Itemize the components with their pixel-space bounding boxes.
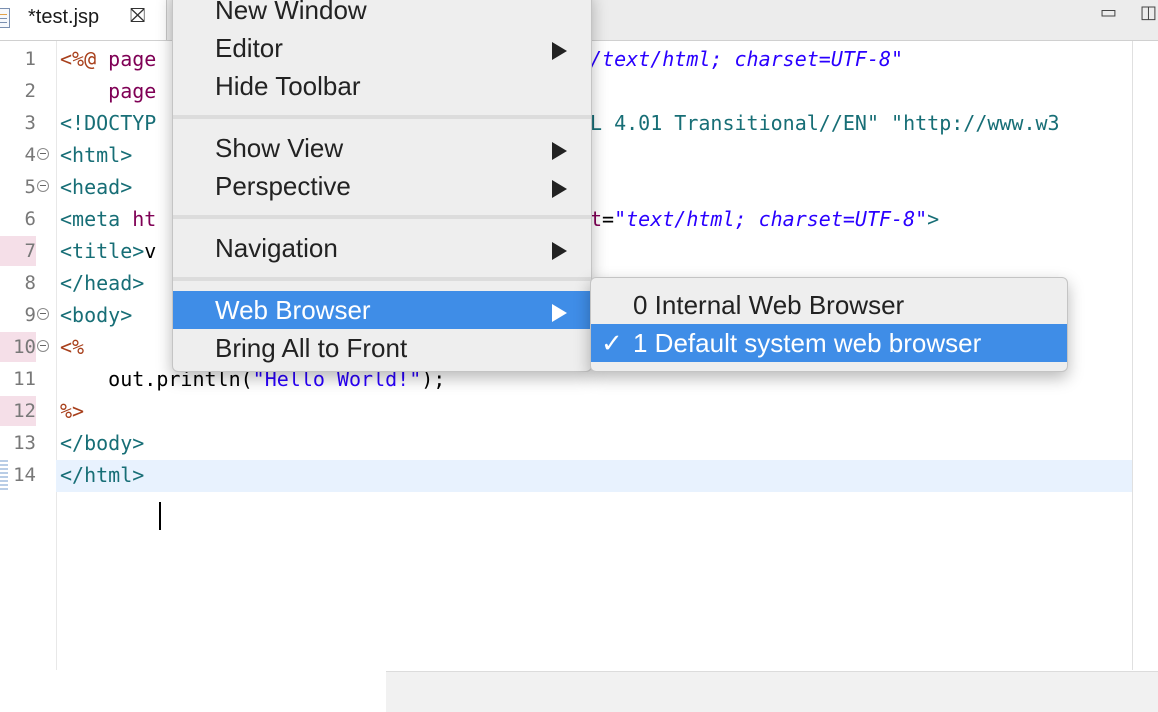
code-text: %>	[60, 395, 84, 427]
code-token: <meta	[60, 207, 133, 231]
fold-toggle-icon[interactable]	[37, 180, 49, 192]
minimize-icon[interactable]: ▭	[1100, 2, 1117, 23]
menu-separator	[173, 215, 591, 219]
line-number: 14	[13, 464, 36, 486]
line-number: 13	[13, 432, 36, 454]
line-number: 11	[13, 368, 36, 390]
checkmark-icon: ✓	[601, 328, 623, 358]
code-token: <title>	[60, 239, 145, 263]
menu-item-bring-all-to-front[interactable]: Bring All to Front	[173, 329, 591, 367]
code-token: page	[108, 47, 157, 71]
line-number: 7	[24, 240, 36, 262]
code-token: <html>	[60, 143, 133, 167]
code-token: </head>	[60, 271, 145, 295]
fold-toggle-icon[interactable]	[37, 308, 49, 320]
menu-item-label: 0 Internal Web Browser	[633, 290, 905, 320]
code-token: <head>	[60, 175, 133, 199]
menu-item-web-browser[interactable]: Web Browser	[173, 291, 591, 329]
code-text: <%	[60, 331, 84, 363]
menu-item-label: Hide Toolbar	[215, 71, 361, 101]
menu-item-label: Web Browser	[215, 295, 371, 325]
menu-separator	[173, 277, 591, 281]
code-text: <meta ht	[60, 203, 156, 235]
code-text: <%@ page	[60, 43, 156, 75]
menu-item-label: New Window	[215, 0, 367, 25]
code-text: L 4.01 Transitional//EN" "http://www.w3	[590, 107, 1060, 139]
menu-item-label: Editor	[215, 33, 283, 63]
menu-item-label: Bring All to Front	[215, 333, 408, 363]
maximize-icon[interactable]: ◫	[1140, 2, 1157, 23]
code-line[interactable]: 12 %>	[0, 395, 1158, 427]
line-number: 3	[24, 112, 36, 134]
code-text: <title>v	[60, 235, 156, 267]
code-text: </head>	[60, 267, 144, 299]
window-menu: New Window Editor Hide Toolbar Show View Per…	[172, 0, 592, 372]
horizontal-scrollbar[interactable]	[386, 671, 1158, 712]
web-browser-submenu: 0 Internal Web Browser ✓ 1 Default system …	[590, 277, 1068, 372]
submenu-arrow-icon	[552, 142, 567, 160]
code-text: </html>	[60, 459, 144, 491]
code-token: v	[144, 239, 157, 263]
text-caret	[159, 502, 161, 530]
line-number: 8	[24, 272, 36, 294]
code-token: </body>	[60, 431, 145, 455]
code-token: %>	[60, 399, 85, 423]
menu-item-new-window[interactable]: New Window	[173, 0, 591, 29]
code-text: t="text/html; charset=UTF-8">	[590, 203, 939, 235]
menu-item-perspective[interactable]: Perspective	[173, 167, 591, 205]
code-text: <!DOCTYP	[60, 107, 156, 139]
menu-item-label: Perspective	[215, 171, 351, 201]
code-token: =	[602, 207, 615, 231]
code-token: ht	[132, 207, 157, 231]
line-number: 4	[24, 144, 36, 166]
code-token: <body>	[60, 303, 133, 327]
code-token: <!DOCTYP	[60, 111, 157, 135]
line-number: 9	[24, 304, 36, 326]
code-line[interactable]: 14 </html>	[0, 459, 1158, 491]
fold-toggle-icon[interactable]	[37, 340, 49, 352]
line-number: 2	[24, 80, 36, 102]
line-number: 1	[24, 48, 36, 70]
menu-item-hide-toolbar[interactable]: Hide Toolbar	[173, 67, 591, 105]
submenu-item-default-system-web-browser[interactable]: ✓ 1 Default system web browser	[591, 324, 1067, 362]
submenu-arrow-icon	[552, 42, 567, 60]
fold-toggle-icon[interactable]	[37, 148, 49, 160]
code-text: <head>	[60, 171, 132, 203]
menu-item-navigation[interactable]: Navigation	[173, 229, 591, 267]
line-number: 5	[24, 176, 36, 198]
submenu-arrow-icon	[552, 304, 567, 322]
code-line[interactable]: 13 </body>	[0, 427, 1158, 459]
code-token: "text/html; charset=UTF-8"	[614, 207, 928, 231]
submenu-item-internal-web-browser[interactable]: 0 Internal Web Browser	[591, 286, 1067, 324]
menu-item-label: 1 Default system web browser	[633, 328, 982, 358]
line-number: 10	[13, 336, 36, 358]
menu-item-editor[interactable]: Editor	[173, 29, 591, 67]
code-token: <%@	[60, 47, 109, 71]
line-number: 12	[13, 400, 36, 422]
code-text: /text/html; charset=UTF-8"	[590, 43, 903, 75]
code-token: </html>	[60, 463, 145, 487]
code-text: <html>	[60, 139, 132, 171]
submenu-arrow-icon	[552, 242, 567, 260]
code-token: >	[927, 207, 940, 231]
close-tab-icon[interactable]: ⛝	[130, 5, 145, 28]
submenu-arrow-icon	[552, 180, 567, 198]
line-number: 6	[24, 208, 36, 230]
jsp-file-icon	[0, 8, 10, 28]
code-token: page	[60, 79, 157, 103]
code-text: page	[60, 75, 156, 107]
code-text: </body>	[60, 427, 144, 459]
tab-test-jsp[interactable]: *test.jsp ⛝	[0, 0, 167, 40]
code-token: /text/html; charset=UTF-8"	[590, 47, 904, 71]
menu-item-label: Show View	[215, 133, 344, 163]
tab-title: *test.jsp	[28, 6, 100, 28]
code-token: L 4.01 Transitional//EN" "http://www.w3	[590, 111, 1060, 135]
menu-separator	[173, 115, 591, 119]
code-text: <body>	[60, 299, 132, 331]
code-token: <%	[60, 335, 85, 359]
menu-item-label: Navigation	[215, 233, 338, 263]
menu-item-show-view[interactable]: Show View	[173, 129, 591, 167]
